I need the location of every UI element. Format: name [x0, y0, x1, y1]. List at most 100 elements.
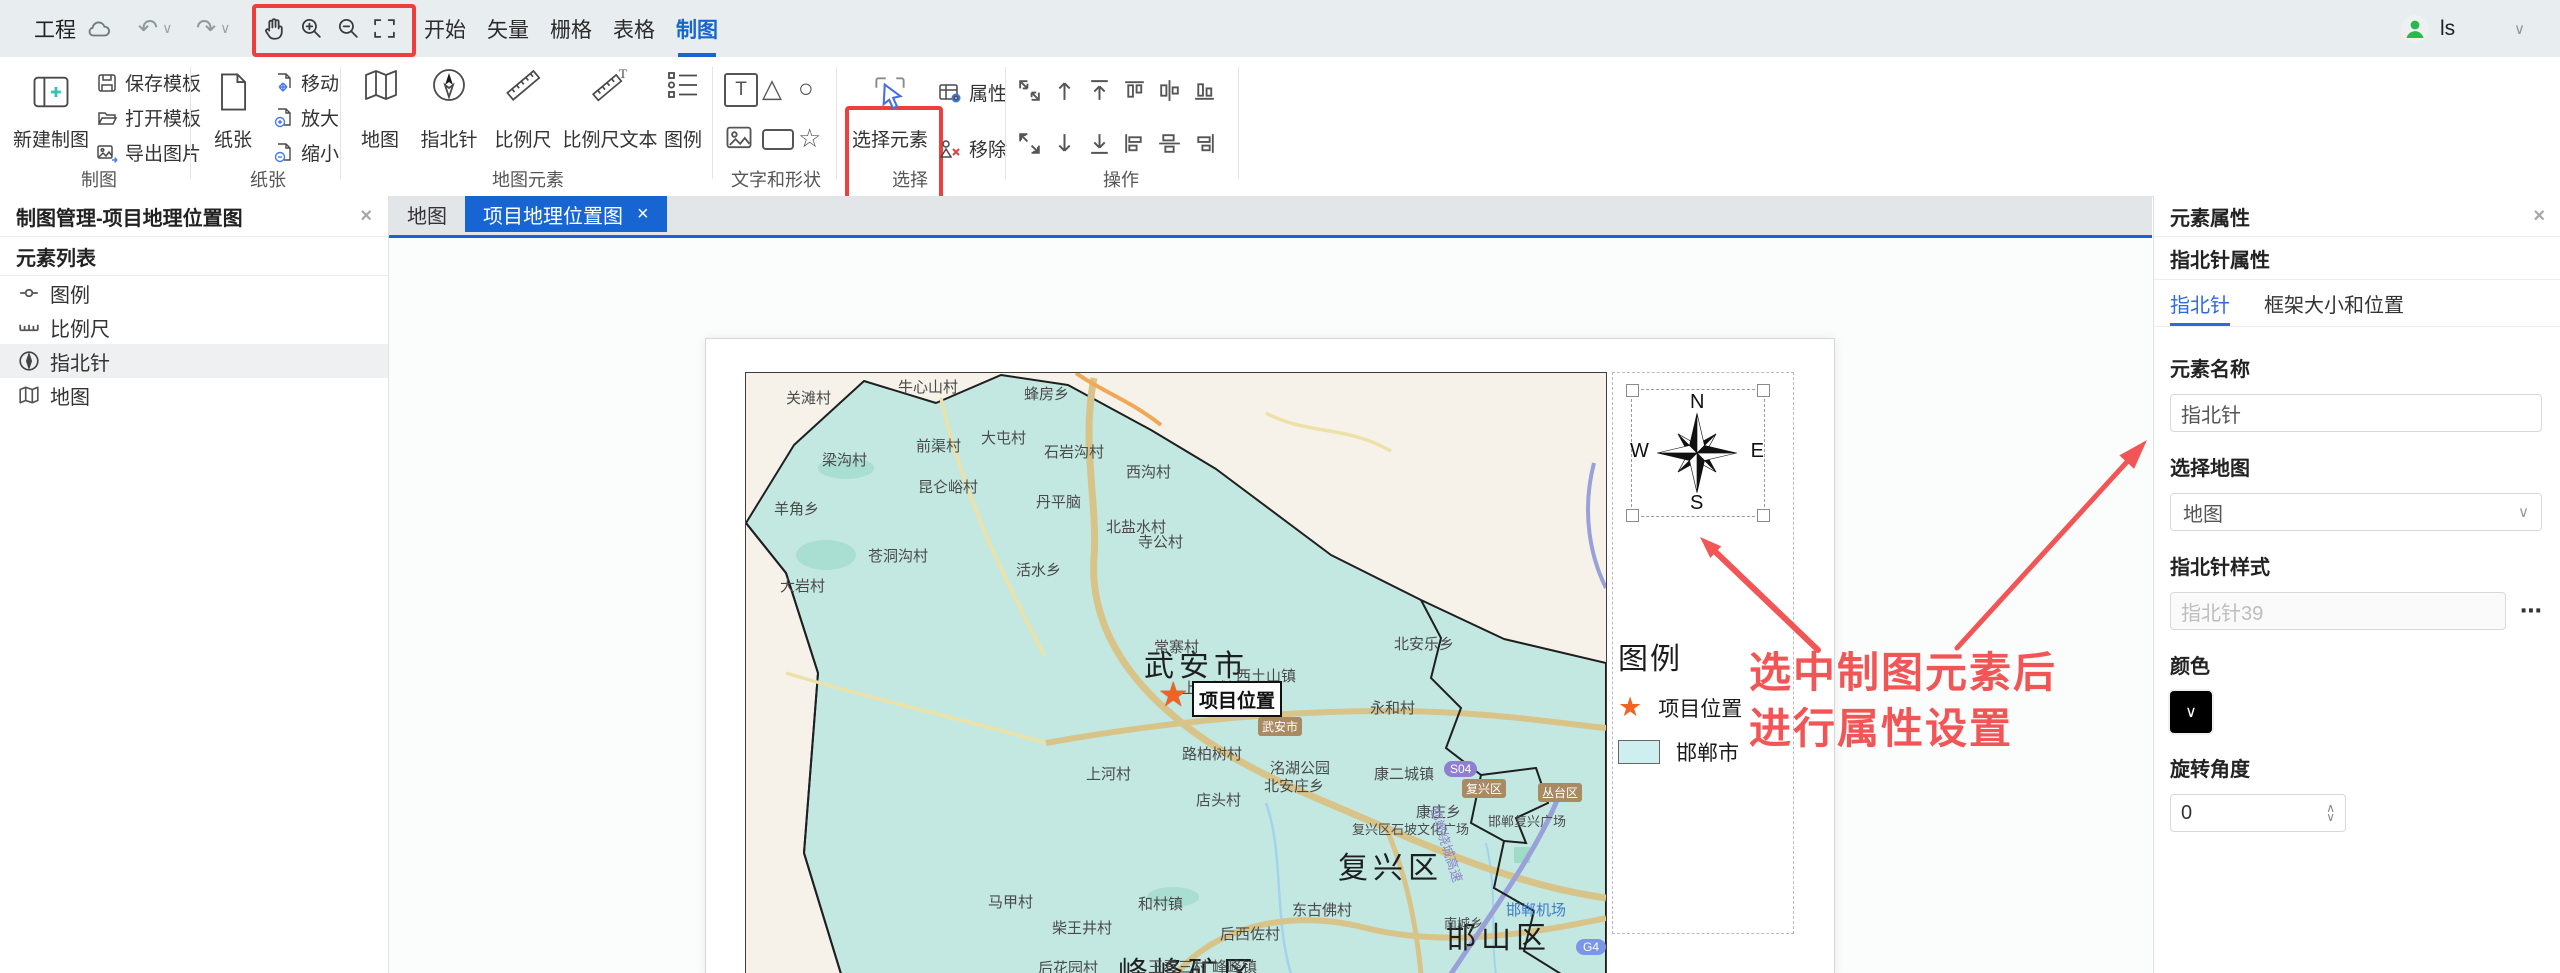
align-center-horizontal-button[interactable]	[1156, 77, 1183, 104]
map-label: 蜂房乡	[1024, 383, 1069, 404]
map-label: 武安市	[1258, 717, 1302, 736]
element-item-legend[interactable]: 图例	[0, 276, 388, 310]
zoom-out-tool-icon[interactable]	[336, 0, 361, 57]
move-to-bottom-button[interactable]	[1086, 130, 1113, 157]
map-label: 王看三村	[1148, 956, 1208, 973]
map-label: 羊角乡	[774, 498, 819, 519]
map-label: 活水乡	[1016, 559, 1061, 580]
save-template-button[interactable]: 保存模板	[96, 69, 201, 96]
tab-close-icon[interactable]: ×	[637, 203, 649, 226]
add-map-button[interactable]: 地图	[352, 57, 408, 152]
panel-close-icon[interactable]: ×	[360, 205, 372, 228]
canvas-tab-layout[interactable]: 项目地理位置图 ×	[465, 196, 667, 232]
element-name-input[interactable]	[2170, 394, 2542, 432]
undo-button[interactable]: ↶∨	[138, 0, 172, 57]
project-menu[interactable]: 工程	[34, 0, 76, 57]
move-down-button[interactable]	[1051, 130, 1078, 157]
triangle-tool-button[interactable]: △	[762, 73, 782, 104]
add-legend-button[interactable]: 图例	[660, 57, 706, 152]
canvas-tab-map[interactable]: 地图	[389, 196, 465, 232]
element-item-map[interactable]: 地图	[0, 378, 388, 412]
map-label: 康二城镇	[1374, 763, 1434, 784]
image-tool-button[interactable]	[724, 123, 754, 153]
select-element-button[interactable]: 选择元素	[850, 63, 930, 163]
tab-frame-size-position[interactable]: 框架大小和位置	[2264, 280, 2404, 326]
north-arrow-item-icon	[18, 350, 40, 372]
rectangle-tool-button[interactable]	[762, 129, 794, 150]
add-scalebar-text-button[interactable]: T 比例尺文本	[564, 57, 656, 152]
redo-button[interactable]: ↷∨	[196, 0, 230, 57]
layout-canvas[interactable]: 地图 项目地理位置图 ×	[389, 196, 2152, 973]
cloud-icon[interactable]	[86, 0, 112, 57]
zoom-out-paper-button[interactable]: 缩小	[272, 139, 339, 166]
add-scalebar-button[interactable]: 比例尺	[490, 57, 556, 152]
properties-panel-close-icon[interactable]: ×	[2533, 205, 2545, 228]
canvas-tab-bar: 地图 项目地理位置图 ×	[389, 196, 2152, 238]
tab-north-arrow[interactable]: 指北针	[2170, 280, 2230, 326]
element-item-north-arrow[interactable]: 指北针	[0, 344, 388, 378]
paper-button[interactable]: 纸张	[202, 63, 264, 163]
move-up-button[interactable]	[1051, 77, 1078, 104]
align-left-button[interactable]	[1121, 130, 1148, 157]
tab-start[interactable]: 开始	[424, 0, 466, 57]
element-item-scalebar[interactable]: 比例尺	[0, 310, 388, 344]
circle-tool-button[interactable]: ○	[798, 73, 814, 104]
open-template-button[interactable]: 打开模板	[96, 104, 201, 131]
north-arrow-style-input[interactable]	[2170, 592, 2506, 630]
tab-vector[interactable]: 矢量	[487, 0, 529, 57]
map-label: 大岩村	[780, 575, 825, 596]
map-label: 后花园村	[1038, 957, 1098, 973]
project-location-label: 项目位置	[1192, 681, 1282, 717]
user-menu-chevron-icon[interactable]: ∨	[2514, 0, 2525, 57]
more-options-button[interactable]: ⋯	[2520, 598, 2544, 624]
select-map-label: 选择地图	[2170, 452, 2545, 481]
color-swatch-button[interactable]: ∨	[2170, 691, 2212, 733]
tab-raster[interactable]: 栅格	[550, 0, 592, 57]
rotation-input[interactable]: 0 ∧ ∨	[2170, 794, 2346, 832]
element-list-header: 元素列表	[0, 237, 388, 276]
align-right-button[interactable]	[1191, 130, 1218, 157]
map-label: 昆仑峪村	[918, 476, 978, 497]
ribbon-group-operations: 操作	[1016, 57, 1226, 196]
zoom-in-paper-button[interactable]: 放大	[272, 104, 339, 131]
stepper-icons[interactable]: ∧ ∨	[2326, 804, 2335, 822]
align-bottom-button[interactable]	[1191, 77, 1218, 104]
ribbon-group-select: 选择元素 属性 移除 选择	[850, 57, 1000, 196]
annotation-arrows	[1600, 420, 2152, 680]
zoom-in-tool-icon[interactable]	[299, 0, 324, 57]
move-paper-button[interactable]: 移动	[272, 69, 339, 96]
tab-cartography[interactable]: 制图	[676, 0, 718, 57]
remove-button[interactable]: 移除	[938, 135, 1007, 162]
scalebar-item-icon	[18, 316, 40, 338]
align-top-button[interactable]	[1121, 77, 1148, 104]
map-label: 北安乐乡	[1394, 633, 1454, 654]
group-label-cartography: 制图	[14, 166, 184, 192]
tab-table[interactable]: 表格	[613, 0, 655, 57]
select-map-dropdown[interactable]: 地图 ∨	[2170, 493, 2542, 531]
map-labels: 武安市复兴区邯山区峰峰矿区关滩村牛心山村蜂房乡梁沟村前渠村大屯村石岩沟村西沟村昆…	[746, 373, 1606, 973]
enlarge-element-button[interactable]	[1016, 130, 1043, 157]
text-tool-button[interactable]: T	[724, 73, 758, 107]
redo-dropdown-icon[interactable]: ∨	[220, 20, 230, 37]
undo-dropdown-icon[interactable]: ∨	[162, 20, 172, 37]
map-label: 永和村	[1370, 697, 1415, 718]
selection-handle-ne[interactable]	[1757, 384, 1770, 397]
pan-tool-icon[interactable]	[262, 0, 287, 57]
attributes-button[interactable]: 属性	[938, 79, 1007, 106]
export-image-button[interactable]: 导出图片	[96, 139, 201, 166]
user-avatar[interactable]	[2400, 0, 2430, 57]
new-cartography-button[interactable]: 新建制图	[14, 63, 88, 163]
align-center-vertical-button[interactable]	[1156, 130, 1183, 157]
select-cursor-icon	[869, 63, 911, 121]
move-to-top-button[interactable]	[1086, 77, 1113, 104]
zoom-fit-tool-icon[interactable]	[372, 0, 397, 57]
map-label: 常寨村	[1154, 636, 1199, 657]
user-name[interactable]: ls	[2440, 0, 2455, 57]
map-label: 石岩沟村	[1044, 441, 1104, 462]
add-north-arrow-button[interactable]: 指北针	[416, 57, 482, 152]
star-tool-button[interactable]: ☆	[798, 123, 821, 154]
project-location-marker[interactable]: ★	[1158, 675, 1188, 715]
map-element[interactable]: 武安市复兴区邯山区峰峰矿区关滩村牛心山村蜂房乡梁沟村前渠村大屯村石岩沟村西沟村昆…	[745, 372, 1607, 973]
map-label: 梁沟村	[822, 449, 867, 470]
shrink-element-button[interactable]	[1016, 77, 1043, 104]
